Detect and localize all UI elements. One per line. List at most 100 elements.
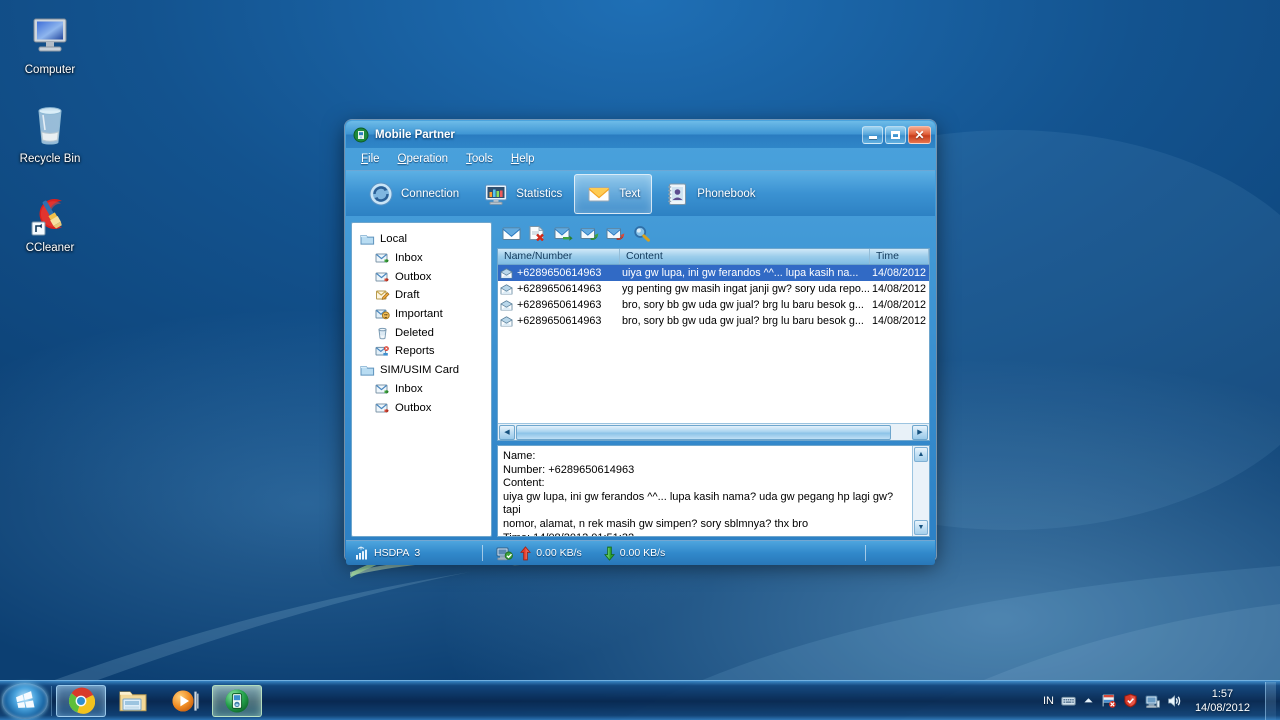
- folder-icon: [360, 235, 375, 245]
- status-network-count: 3: [414, 547, 421, 559]
- status-bar: HSDPA 3 0.00 KB/s 0.00 KB/s: [346, 540, 935, 565]
- tree-group-sim[interactable]: SIM/USIM Card: [356, 361, 487, 380]
- start-button[interactable]: [2, 682, 48, 719]
- column-header-content[interactable]: Content: [620, 249, 870, 264]
- text-message-icon: [588, 186, 610, 201]
- menu-tools[interactable]: Tools: [458, 151, 501, 167]
- table-row[interactable]: +6289650614963 bro, sory bb gw uda gw ju…: [498, 313, 929, 329]
- detail-name-line: Name:: [503, 450, 536, 462]
- tray-action-center-button[interactable]: [1101, 693, 1116, 708]
- connected-pc-icon: [496, 547, 514, 560]
- tree-item-sim-inbox[interactable]: Inbox: [356, 380, 487, 399]
- minimize-button[interactable]: [862, 125, 883, 144]
- cell-time: 14/08/2012 (: [872, 267, 929, 279]
- close-button[interactable]: ✕: [908, 125, 931, 144]
- folder-icon: [360, 366, 375, 376]
- table-row[interactable]: +6289650614963 yg penting gw masih ingat…: [498, 281, 929, 297]
- taskbar-app-chrome[interactable]: [56, 684, 106, 717]
- message-list-rows: +6289650614963 uiya gw lupa, ini gw fera…: [498, 265, 929, 423]
- window-controls: ✕: [862, 125, 931, 144]
- table-row[interactable]: +6289650614963 bro, sory bb gw uda gw ju…: [498, 297, 929, 313]
- window-titlebar[interactable]: Mobile Partner ✕: [346, 121, 935, 148]
- menu-file[interactable]: FFileile: [353, 151, 388, 167]
- tab-phonebook[interactable]: Phonebook: [652, 174, 767, 214]
- tree-group-local[interactable]: Local: [356, 230, 487, 249]
- chevron-right-icon: ▶: [917, 428, 923, 436]
- tree-item-label: Deleted: [395, 326, 434, 339]
- new-message-icon: [502, 227, 521, 240]
- detail-vertical-scrollbar[interactable]: ▲ ▼: [912, 446, 929, 536]
- cell-name-number: +6289650614963: [498, 283, 620, 295]
- taskbar-app-explorer[interactable]: [108, 685, 158, 717]
- scroll-up-button[interactable]: ▲: [914, 447, 928, 462]
- computer-icon: [0, 12, 100, 60]
- ccleaner-icon: [0, 190, 100, 238]
- tray-keyboard-button[interactable]: [1061, 694, 1076, 707]
- status-upload-speed: 0.00 KB/s: [536, 547, 582, 559]
- tab-label: Statistics: [516, 187, 563, 200]
- tree-item-local-inbox[interactable]: Inbox: [356, 249, 487, 268]
- tab-text[interactable]: Text: [574, 173, 653, 214]
- tree-item-label: Inbox: [395, 252, 423, 265]
- column-header-name-number[interactable]: Name/Number: [498, 249, 620, 264]
- outbox-icon: [375, 403, 389, 413]
- tray-language-indicator[interactable]: IN: [1043, 695, 1054, 707]
- tree-item-local-outbox[interactable]: Outbox: [356, 267, 487, 286]
- mobile-partner-window: Mobile Partner ✕ FFileile Operation Tool…: [345, 120, 936, 565]
- menu-operation[interactable]: Operation: [390, 151, 457, 167]
- desktop-icon-label: CCleaner: [25, 242, 75, 254]
- send-message-button[interactable]: [553, 223, 574, 243]
- tree-item-sim-outbox[interactable]: Outbox: [356, 398, 487, 417]
- taskbar-app-media-player[interactable]: [160, 685, 210, 717]
- scroll-left-button[interactable]: ◀: [499, 424, 515, 440]
- delete-message-button[interactable]: [527, 223, 548, 243]
- tree-item-local-draft[interactable]: Draft: [356, 286, 487, 305]
- inbox-icon: [375, 384, 389, 394]
- taskbar-clock[interactable]: 1:57 14/08/2012: [1189, 687, 1256, 715]
- table-row[interactable]: +6289650614963 uiya gw lupa, ini gw fera…: [498, 265, 929, 281]
- search-button[interactable]: [631, 223, 652, 243]
- chrome-icon: [68, 687, 95, 714]
- tree-item-local-deleted[interactable]: Deleted: [356, 323, 487, 342]
- cell-number-text: +6289650614963: [517, 315, 602, 327]
- maximize-button[interactable]: [885, 125, 906, 144]
- tree-item-label: Important: [395, 308, 443, 321]
- tray-volume-button[interactable]: [1167, 694, 1182, 708]
- status-download-speed: 0.00 KB/s: [619, 547, 666, 559]
- scrollbar-track[interactable]: [516, 424, 911, 440]
- tab-statistics[interactable]: Statistics: [471, 174, 574, 214]
- explorer-icon: [119, 691, 147, 711]
- keyboard-icon: [1061, 696, 1076, 706]
- forward-message-button[interactable]: [605, 223, 626, 243]
- new-message-button[interactable]: [501, 223, 522, 243]
- desktop-icon-computer[interactable]: Computer: [0, 6, 100, 81]
- send-message-icon: [554, 227, 573, 241]
- tray-security-button[interactable]: [1123, 693, 1138, 708]
- tree-item-local-important[interactable]: Important: [356, 305, 487, 324]
- horizontal-scrollbar[interactable]: ◀ ▶: [498, 423, 929, 440]
- taskbar-divider: [51, 685, 52, 716]
- taskbar-app-mobile-partner[interactable]: [212, 684, 262, 717]
- tray-show-hidden-button[interactable]: [1083, 696, 1094, 705]
- scroll-right-button[interactable]: ▶: [912, 424, 928, 440]
- connection-icon: [369, 182, 393, 205]
- tree-item-local-reports[interactable]: Reports: [356, 342, 487, 361]
- reply-message-button[interactable]: [579, 223, 600, 243]
- clock-date: 14/08/2012: [1194, 701, 1250, 714]
- tree-item-label: Reports: [395, 345, 435, 358]
- desktop-icon-ccleaner[interactable]: CCleaner: [0, 184, 100, 259]
- cell-name-number: +6289650614963: [498, 267, 620, 279]
- tray-network-button[interactable]: [1145, 694, 1160, 708]
- menu-help[interactable]: Help: [503, 151, 543, 167]
- column-header-time[interactable]: Time: [870, 249, 929, 264]
- desktop-icon-recycle-bin[interactable]: Recycle Bin: [0, 95, 100, 170]
- scroll-down-button[interactable]: ▼: [914, 520, 928, 535]
- scrollbar-thumb[interactable]: [516, 424, 892, 440]
- deleted-trash-icon: [378, 327, 387, 340]
- mobile-partner-icon: [353, 127, 369, 142]
- show-desktop-button[interactable]: [1265, 681, 1276, 720]
- detail-time-line: Time: 14/08/2012 01:51:32: [503, 532, 907, 536]
- tree-item-label: Inbox: [395, 382, 423, 395]
- tab-connection[interactable]: Connection: [356, 174, 471, 214]
- window-body: Local Inbox Outbox Draft Important Delet…: [346, 216, 935, 540]
